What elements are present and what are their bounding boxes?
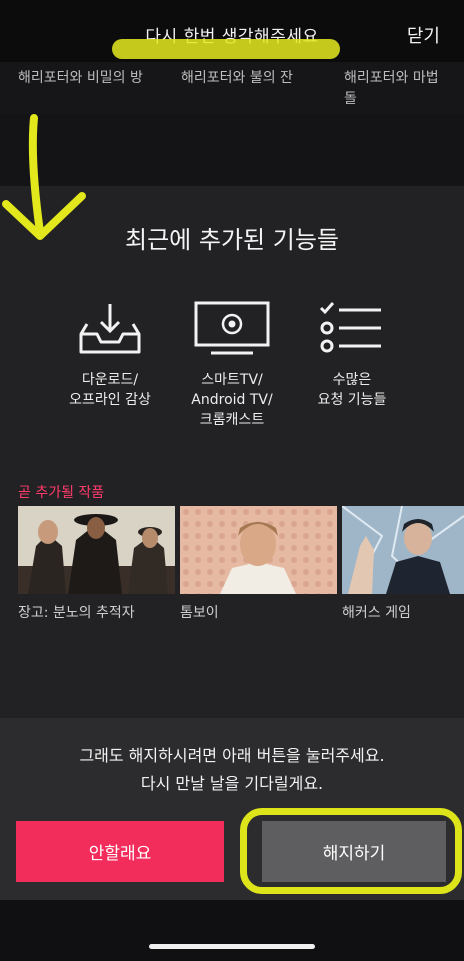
previous-title-item[interactable]: 해리포터와 불의 잔 bbox=[181, 68, 293, 89]
title-highlight-mark bbox=[112, 39, 340, 59]
feature-download: 다운로드/ 오프라인 감상 bbox=[45, 300, 175, 410]
stay-button[interactable]: 안할래요 bbox=[16, 821, 224, 882]
thumbnail-tomboy[interactable] bbox=[180, 506, 337, 594]
coming-soon-label: 곧 추가될 작품 bbox=[18, 485, 105, 501]
features-panel bbox=[0, 186, 464, 718]
thumbnail-hackers-game[interactable] bbox=[342, 506, 464, 594]
down-arrow-annotation bbox=[2, 114, 86, 240]
cancel-highlight-mark bbox=[240, 808, 462, 894]
feature-tv: 스마트TV/ Android TV/ 크롬캐스트 bbox=[167, 300, 297, 430]
checklist-icon bbox=[287, 300, 417, 356]
download-tray-icon bbox=[45, 300, 175, 356]
feature-label: 수많은 요청 기능들 bbox=[317, 372, 387, 408]
close-button[interactable]: 닫기 bbox=[407, 22, 440, 48]
thumbnail-title: 해커스 게임 bbox=[342, 605, 411, 621]
confirm-message: 그래도 해지하시려면 아래 버튼을 눌러주세요. 다시 만날 날을 기다릴게요. bbox=[79, 746, 385, 793]
footer-bar bbox=[0, 900, 464, 961]
previous-title-item[interactable]: 해리포터와 비밀의 방 bbox=[18, 68, 143, 89]
feature-requests: 수많은 요청 기능들 bbox=[287, 300, 417, 410]
tv-cast-icon bbox=[167, 300, 297, 356]
previous-title-item[interactable]: 해리포터와 마법 돌 bbox=[344, 68, 439, 110]
thumbnail-django[interactable] bbox=[18, 506, 175, 594]
home-indicator[interactable] bbox=[149, 944, 315, 949]
thumbnail-title: 장고: 분노의 추적자 bbox=[18, 605, 135, 621]
feature-label: 스마트TV/ Android TV/ 크롬캐스트 bbox=[191, 372, 273, 428]
previous-titles-row: 해리포터와 비밀의 방 해리포터와 불의 잔 해리포터와 마법 돌 bbox=[0, 62, 464, 114]
feature-label: 다운로드/ 오프라인 감상 bbox=[69, 372, 151, 408]
thumbnail-title: 톰보이 bbox=[180, 605, 219, 621]
